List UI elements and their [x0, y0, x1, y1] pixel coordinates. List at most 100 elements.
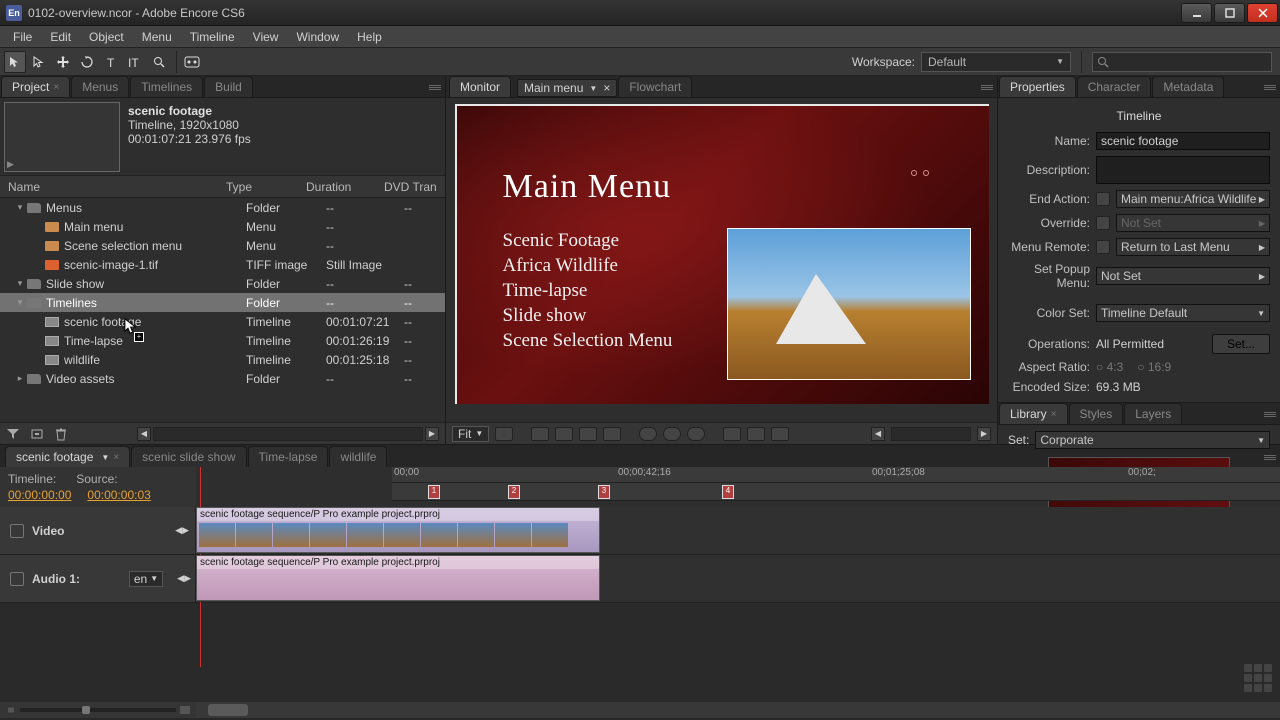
tl-tab-wildlife[interactable]: wildlife [329, 446, 387, 467]
project-row[interactable]: Main menuMenu-- [0, 217, 445, 236]
maximize-button[interactable] [1214, 3, 1245, 23]
tab-layers[interactable]: Layers [1124, 403, 1182, 424]
tab-build[interactable]: Build [204, 76, 253, 97]
tab-timelines[interactable]: Timelines [130, 76, 203, 97]
edit-menu-photoshop[interactable] [181, 51, 203, 73]
project-row[interactable]: ▾Slide showFolder---- [0, 274, 445, 293]
colorset-dropdown[interactable]: Timeline Default▼ [1096, 304, 1270, 322]
show-selected-icon[interactable] [579, 427, 597, 441]
aspect-169-radio[interactable]: 16:9 [1137, 360, 1171, 374]
menu-object[interactable]: Object [80, 28, 133, 46]
timeline-hscrollbar[interactable] [196, 702, 1280, 718]
chapter-marks[interactable]: 1 2 3 4 [392, 483, 1280, 501]
scroll-right[interactable]: ▶ [425, 427, 439, 441]
prev-frame-icon[interactable] [723, 427, 741, 441]
project-row[interactable]: ▾MenusFolder---- [0, 198, 445, 217]
close-icon[interactable]: × [603, 81, 610, 95]
menu-window[interactable]: Window [287, 28, 348, 46]
link-icon[interactable] [1096, 240, 1110, 254]
endaction-dropdown[interactable]: Main menu:Africa Wildlife▶ [1116, 190, 1270, 208]
toggle-audio-icon[interactable] [10, 572, 24, 586]
btn-3-icon[interactable] [687, 427, 705, 441]
desc-input[interactable] [1096, 156, 1270, 184]
tab-monitor[interactable]: Monitor [449, 76, 511, 97]
trash-icon[interactable] [54, 427, 68, 441]
chapter-3[interactable]: 3 [598, 485, 610, 499]
project-row[interactable]: Time-lapseTimeline00:01:26:19-- [0, 331, 445, 350]
panel-menu-icon[interactable] [1264, 85, 1280, 97]
hscroll-right[interactable]: ▶ [977, 427, 991, 441]
btn-1-icon[interactable] [639, 427, 657, 441]
safe-area-icon[interactable] [495, 427, 513, 441]
tl-timecode[interactable]: 00:00:00:00 [8, 488, 71, 502]
audio-clip[interactable]: scenic footage sequence/P Pro example pr… [196, 555, 600, 601]
panel-menu-icon[interactable] [1264, 412, 1280, 424]
tab-properties[interactable]: Properties [999, 76, 1076, 97]
zoom-dropdown[interactable]: Fit▼ [452, 426, 489, 442]
tl-tab-scenic[interactable]: scenic footage▼× [5, 446, 130, 467]
panel-menu-icon[interactable] [429, 85, 445, 97]
text-tool[interactable]: T [100, 51, 122, 73]
link-icon[interactable] [1096, 192, 1110, 206]
col-dvdtran[interactable]: DVD Tran [384, 180, 445, 194]
preview-menu-item[interactable]: Slide show [503, 305, 673, 327]
project-row[interactable]: ▸Video assetsFolder---- [0, 369, 445, 388]
selection-tool[interactable] [4, 51, 26, 73]
aspect-43-radio[interactable]: 4:3 [1096, 360, 1123, 374]
zoom-tool[interactable] [148, 51, 170, 73]
menu-edit[interactable]: Edit [41, 28, 80, 46]
menu-menu[interactable]: Menu [133, 28, 181, 46]
project-row[interactable]: ▾TimelinesFolder---- [0, 293, 445, 312]
search-input[interactable] [1092, 52, 1272, 72]
set-dropdown[interactable]: Corporate▼ [1035, 431, 1270, 449]
menu-timeline[interactable]: Timeline [181, 28, 244, 46]
rotate-tool[interactable] [76, 51, 98, 73]
tab-library[interactable]: Library× [999, 403, 1068, 424]
chapter-1[interactable]: 1 [428, 485, 440, 499]
tab-metadata[interactable]: Metadata [1152, 76, 1224, 97]
tl-tab-timelapse[interactable]: Time-lapse [248, 446, 329, 467]
link-icon[interactable] [1096, 216, 1110, 230]
setpopup-dropdown[interactable]: Not Set▶ [1096, 267, 1270, 285]
show-normal-icon[interactable] [555, 427, 573, 441]
next-frame-icon[interactable] [771, 427, 789, 441]
src-timecode[interactable]: 00:00:00:03 [87, 488, 150, 502]
tab-project[interactable]: Project× [1, 76, 70, 97]
panel-menu-icon[interactable] [981, 85, 997, 97]
col-name[interactable]: Name [8, 180, 226, 194]
minimize-button[interactable] [1181, 3, 1212, 23]
monitor-menu-dropdown[interactable]: Main menu▼× [517, 79, 617, 97]
tab-character[interactable]: Character [1077, 76, 1152, 97]
close-tab-icon[interactable]: × [53, 82, 59, 93]
set-button[interactable]: Set... [1212, 334, 1270, 354]
panel-menu-icon[interactable] [1264, 455, 1280, 467]
menu-preview[interactable]: Main Menu Scenic FootageAfrica WildlifeT… [455, 104, 989, 404]
preview-menu-item[interactable]: Scene Selection Menu [503, 330, 673, 352]
zoom-slider[interactable] [0, 702, 196, 718]
time-ruler[interactable]: 00;00 00;00;42;16 00;01;25;08 00;02; [392, 467, 1280, 483]
project-row[interactable]: scenic footageTimeline00:01:07:21-- [0, 312, 445, 331]
project-list-header[interactable]: Name Type Duration DVD Tran [0, 176, 445, 198]
preview-menu-item[interactable]: Time-lapse [503, 280, 673, 302]
scroll-left[interactable]: ◀ [137, 427, 151, 441]
project-list[interactable]: ▾MenusFolder----Main menuMenu--Scene sel… [0, 198, 445, 422]
collapse-icon[interactable]: ◀▶ [175, 525, 189, 536]
tab-flowchart[interactable]: Flowchart [618, 76, 692, 97]
play-icon[interactable]: ▶ [7, 159, 14, 170]
project-row[interactable]: scenic-image-1.tifTIFF imageStill Image [0, 255, 445, 274]
vertical-text-tool[interactable]: IT [124, 51, 146, 73]
new-item-icon[interactable] [30, 427, 44, 441]
play-icon[interactable] [747, 427, 765, 441]
col-duration[interactable]: Duration [306, 180, 384, 194]
name-input[interactable]: scenic footage [1096, 132, 1270, 150]
override-dropdown[interactable]: Not Set▶ [1116, 214, 1270, 232]
menuremote-dropdown[interactable]: Return to Last Menu▶ [1116, 238, 1270, 256]
tab-styles[interactable]: Styles [1069, 403, 1124, 424]
menu-view[interactable]: View [244, 28, 288, 46]
direct-select-tool[interactable] [28, 51, 50, 73]
workspace-dropdown[interactable]: Default▼ [921, 52, 1071, 72]
show-activated-icon[interactable] [603, 427, 621, 441]
hscroll-left[interactable]: ◀ [871, 427, 885, 441]
btn-2-icon[interactable] [663, 427, 681, 441]
audio-lang-dropdown[interactable]: en▼ [129, 571, 163, 587]
